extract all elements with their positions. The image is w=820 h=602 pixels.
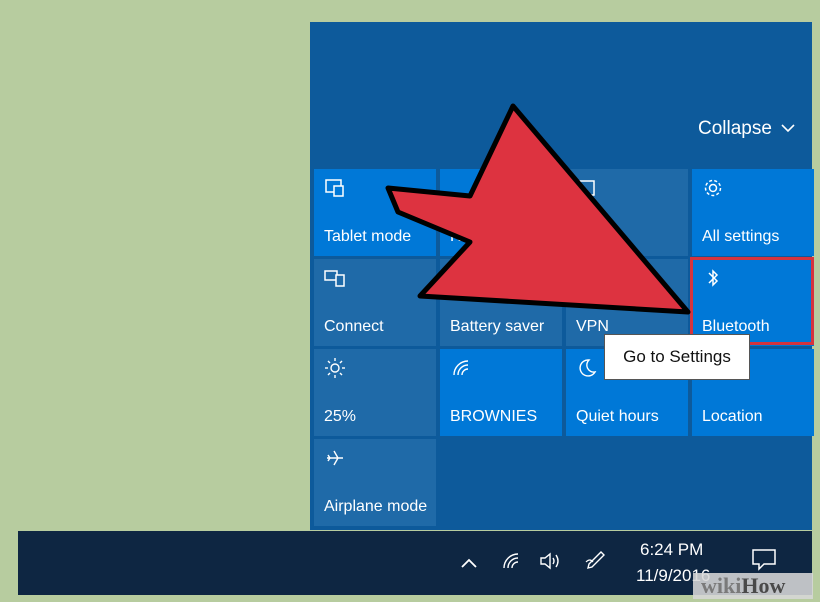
moon-icon <box>576 357 598 379</box>
watermark-how: How <box>741 573 786 598</box>
go-to-settings-tooltip: Go to Settings <box>604 334 750 380</box>
tile-label: Connect <box>324 318 384 335</box>
quick-action-vpn[interactable]: VPN <box>566 259 688 346</box>
tile-label: Location <box>702 408 763 425</box>
gear-icon <box>702 177 724 199</box>
wikihow-watermark: wiki How <box>693 573 813 599</box>
brightness-icon <box>324 357 346 379</box>
watermark-wiki: wiki <box>701 573 742 598</box>
collapse-button[interactable]: Collapse <box>698 118 796 140</box>
collapse-label: Collapse <box>698 118 772 139</box>
pen-icon[interactable] <box>584 549 608 571</box>
wifi-icon <box>450 357 472 379</box>
quick-action-note[interactable] <box>566 169 688 256</box>
connect-icon <box>324 267 346 289</box>
vpn-icon <box>576 267 598 289</box>
bluetooth-highlight-box <box>690 257 814 345</box>
tablet-mode-icon <box>324 177 346 199</box>
tile-label: Battery saver <box>450 318 545 335</box>
quick-action-tablet-mode[interactable]: Tablet mode <box>314 169 436 256</box>
tile-label: All settings <box>702 228 780 245</box>
rotation-lock-icon <box>450 177 472 199</box>
quick-action-brightness[interactable]: 25% <box>314 349 436 436</box>
battery-saver-icon <box>450 267 472 289</box>
quick-action-battery-saver[interactable]: Battery saver <box>440 259 562 346</box>
tile-label: Tablet mode <box>324 228 412 245</box>
wifi-icon[interactable] <box>500 550 522 572</box>
chevron-down-icon <box>780 121 796 139</box>
tile-label: Airplane mode <box>324 498 428 515</box>
quick-action-all-settings[interactable]: All settings <box>692 169 814 256</box>
note-icon <box>576 177 598 199</box>
quick-action-wifi[interactable]: BROWNIES <box>440 349 562 436</box>
chevron-up-icon[interactable] <box>460 552 478 574</box>
airplane-icon <box>324 447 346 469</box>
quick-action-rotation-lock[interactable]: Rota <box>440 169 562 256</box>
notification-icon[interactable] <box>750 548 778 571</box>
tile-label: Quiet hours <box>576 408 659 425</box>
quick-action-airplane-mode[interactable]: Airplane mode <box>314 439 436 526</box>
volume-icon[interactable] <box>538 550 564 572</box>
tile-label: BROWNIES <box>450 408 538 425</box>
tile-label: 25% <box>324 408 357 425</box>
taskbar-clock-time[interactable]: 6:24 PM <box>640 540 703 560</box>
quick-action-connect[interactable]: Connect <box>314 259 436 346</box>
tile-label: Rota <box>450 228 484 245</box>
